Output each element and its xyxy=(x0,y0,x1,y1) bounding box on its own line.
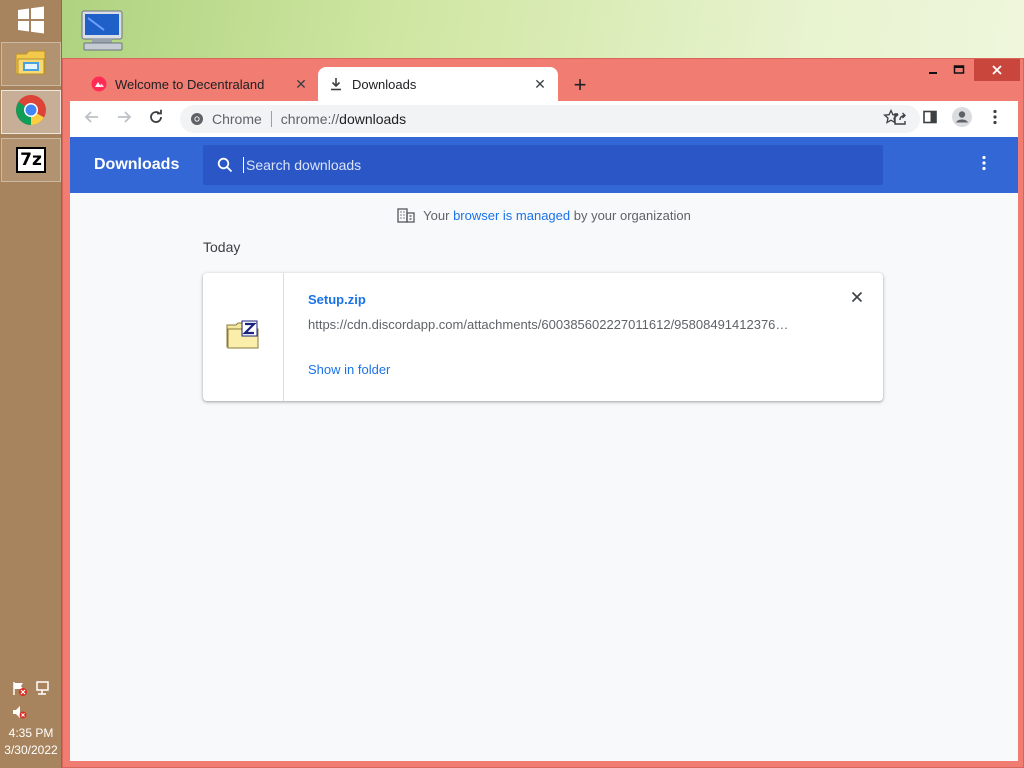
taskbar-item-file-explorer[interactable] xyxy=(1,42,61,86)
downloads-menu-button[interactable] xyxy=(972,153,996,177)
windows-logo-icon[interactable] xyxy=(16,6,46,34)
tab-title: Welcome to Decentraland xyxy=(115,76,265,92)
date-section-heading: Today xyxy=(203,239,241,255)
download-source-url[interactable]: https://cdn.discordapp.com/attachments/6… xyxy=(308,317,803,332)
taskbar: 7z 4:35 PM 3/30/2022 xyxy=(0,0,62,768)
download-item: Setup.zip https://cdn.discordapp.com/att… xyxy=(203,273,883,401)
side-panel-icon xyxy=(922,109,938,130)
network-icon[interactable] xyxy=(35,680,51,696)
new-tab-button[interactable]: + xyxy=(567,72,593,97)
star-icon xyxy=(883,108,899,130)
managed-link[interactable]: browser is managed xyxy=(453,208,570,223)
download-icon xyxy=(328,76,344,92)
browser-menu-button[interactable] xyxy=(981,105,1009,133)
remove-download-button[interactable] xyxy=(847,289,867,309)
download-filename-link[interactable]: Setup.zip xyxy=(308,292,366,307)
close-icon[interactable]: ✕ xyxy=(291,74,311,94)
7zip-icon: 7z xyxy=(16,147,46,173)
volume-muted-icon[interactable] xyxy=(11,704,27,720)
managed-notice: Your browser is managed by your organiza… xyxy=(70,207,1018,223)
building-icon xyxy=(397,207,415,223)
downloads-header: Downloads xyxy=(70,137,1018,193)
folder-icon xyxy=(14,47,48,82)
action-center-flag-icon[interactable] xyxy=(11,680,27,696)
tab-downloads[interactable]: Downloads ✕ xyxy=(318,67,558,101)
reload-icon xyxy=(148,109,164,130)
managed-text-suffix: by your organization xyxy=(570,207,691,223)
tab-title: Downloads xyxy=(352,76,417,92)
taskbar-item-7zip[interactable]: 7z xyxy=(1,138,61,182)
more-vert-icon xyxy=(993,109,997,130)
close-icon xyxy=(851,290,863,308)
side-panel-button[interactable] xyxy=(916,105,944,133)
download-file-icon-column xyxy=(203,273,284,401)
search-icon xyxy=(217,157,233,173)
plus-icon: + xyxy=(573,72,587,97)
search-input[interactable] xyxy=(243,157,843,173)
clock-time[interactable]: 4:35 PM xyxy=(0,726,62,740)
close-icon[interactable]: ✕ xyxy=(530,74,550,94)
bookmark-button[interactable] xyxy=(877,105,905,133)
chrome-icon xyxy=(15,94,47,131)
avatar-icon xyxy=(951,106,973,133)
downloads-page: Downloads Your browser is managed by you… xyxy=(70,137,1018,761)
omnibox-separator xyxy=(270,111,272,127)
search-box[interactable] xyxy=(203,145,883,185)
chrome-window: Welcome to Decentraland ✕ Downloads ✕ + xyxy=(62,58,1024,768)
omnibox-url: chrome://downloads xyxy=(281,111,406,127)
chrome-site-icon xyxy=(190,112,204,126)
more-vert-icon xyxy=(982,155,986,176)
omnibox-site-label: Chrome xyxy=(212,111,262,127)
system-tray: 4:35 PM 3/30/2022 xyxy=(0,668,62,768)
maximize-button[interactable] xyxy=(944,59,974,81)
url-host: downloads xyxy=(339,111,407,127)
tab-strip: Welcome to Decentraland ✕ Downloads ✕ + xyxy=(63,59,1023,101)
zip-file-icon xyxy=(226,320,260,355)
taskbar-item-chrome[interactable] xyxy=(1,90,61,134)
arrow-left-icon xyxy=(84,109,100,130)
forward-button[interactable] xyxy=(110,105,138,133)
url-scheme: chrome:// xyxy=(280,111,340,127)
show-in-folder-link[interactable]: Show in folder xyxy=(308,362,390,377)
profile-button[interactable] xyxy=(948,105,976,133)
address-bar[interactable]: Chrome chrome://downloads xyxy=(180,105,920,133)
tab-decentraland[interactable]: Welcome to Decentraland ✕ xyxy=(81,67,319,101)
computer-icon[interactable] xyxy=(76,8,128,54)
page-title: Downloads xyxy=(94,156,180,173)
managed-text-prefix: Your xyxy=(423,207,454,223)
back-button[interactable] xyxy=(78,105,106,133)
clock-date[interactable]: 3/30/2022 xyxy=(0,743,62,757)
decentraland-icon xyxy=(91,76,107,92)
arrow-right-icon xyxy=(116,109,132,130)
reload-button[interactable] xyxy=(142,105,170,133)
browser-toolbar: Chrome chrome://downloads xyxy=(70,101,1018,137)
window-close-button[interactable] xyxy=(974,59,1020,81)
